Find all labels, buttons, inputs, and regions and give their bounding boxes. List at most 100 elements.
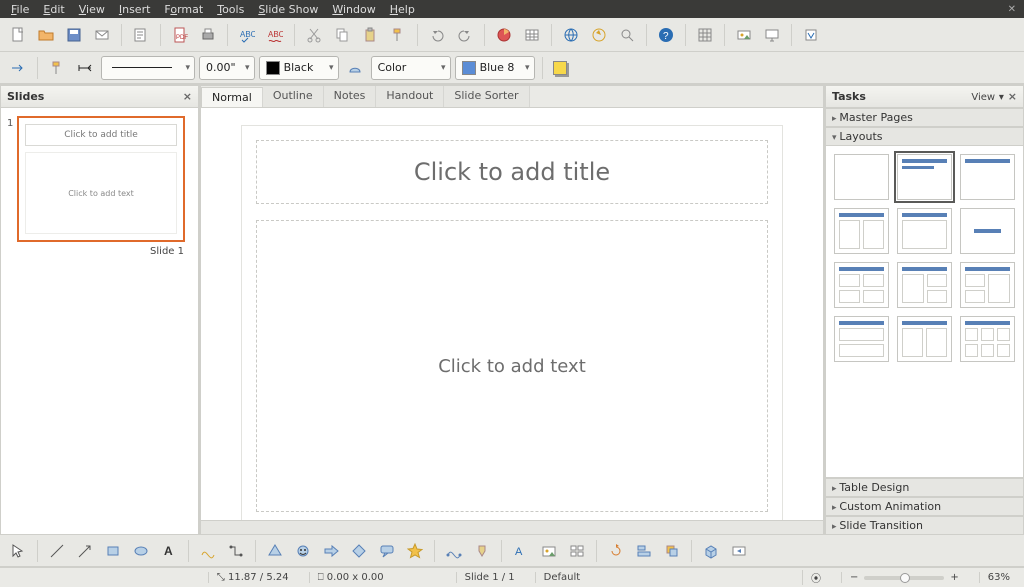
align-tool[interactable] [632, 539, 656, 563]
callouts-tool[interactable] [375, 539, 399, 563]
navigator-button[interactable] [587, 23, 611, 47]
tab-outline[interactable]: Outline [263, 86, 324, 107]
text-tool[interactable]: A [157, 539, 181, 563]
zoom-value[interactable]: 63% [979, 572, 1018, 583]
shadow-button[interactable] [550, 56, 574, 80]
slides-panel-close-icon[interactable]: × [183, 90, 192, 103]
menu-slideshow[interactable]: Slide Show [251, 2, 325, 17]
menu-file[interactable]: File [4, 2, 36, 17]
content-placeholder[interactable]: Click to add text [256, 220, 768, 512]
tab-slidesorter[interactable]: Slide Sorter [444, 86, 529, 107]
line-color-drop[interactable]: Black [259, 56, 339, 80]
layout-content[interactable] [897, 208, 952, 254]
undo-button[interactable] [425, 23, 449, 47]
layout-2-1[interactable] [960, 262, 1015, 308]
help-button[interactable]: ? [654, 23, 678, 47]
interaction-tool[interactable] [727, 539, 751, 563]
fill-type-drop[interactable]: Color [371, 56, 451, 80]
menu-insert[interactable]: Insert [112, 2, 158, 17]
zoom-slider-seg[interactable]: − + [841, 572, 967, 583]
menu-view[interactable]: View [72, 2, 112, 17]
tasks-view-arrow-icon[interactable]: ▾ [999, 92, 1004, 103]
layout-over-under[interactable] [834, 316, 889, 362]
zoom-button[interactable] [615, 23, 639, 47]
chart-button[interactable] [492, 23, 516, 47]
menu-help[interactable]: Help [383, 2, 422, 17]
zoom-fit-icon[interactable]: ⦿ [802, 570, 829, 585]
tasks-view-link[interactable]: View [971, 92, 995, 103]
line-endings-button[interactable] [73, 56, 97, 80]
open-button[interactable] [34, 23, 58, 47]
from-file-tool[interactable] [537, 539, 561, 563]
block-arrows-tool[interactable] [319, 539, 343, 563]
layout-title-only[interactable] [960, 154, 1015, 200]
layout-two-content[interactable] [834, 208, 889, 254]
mail-button[interactable] [90, 23, 114, 47]
window-close-icon[interactable]: ✕ [1004, 4, 1020, 15]
grid-button[interactable] [693, 23, 717, 47]
slide-1[interactable]: Click to add title Click to add text [242, 126, 782, 521]
section-master-pages[interactable]: Master Pages [825, 108, 1024, 127]
fontwork-tool[interactable]: A [509, 539, 533, 563]
arrow-style-button[interactable] [6, 56, 30, 80]
slides-thumb-list[interactable]: 1 Click to add title Click to add text S… [0, 108, 199, 535]
layout-title-content[interactable] [897, 154, 952, 200]
symbol-shapes-tool[interactable] [291, 539, 315, 563]
tab-handout[interactable]: Handout [376, 86, 444, 107]
slideshow-button[interactable] [760, 23, 784, 47]
line-tool[interactable] [45, 539, 69, 563]
connector-tool[interactable] [224, 539, 248, 563]
section-custom-animation[interactable]: Custom Animation [825, 497, 1024, 516]
gallery-button[interactable] [732, 23, 756, 47]
basic-shapes-tool[interactable] [263, 539, 287, 563]
editor-hscrollbar[interactable] [200, 521, 824, 535]
ellipse-tool[interactable] [129, 539, 153, 563]
stars-tool[interactable] [403, 539, 427, 563]
tab-normal[interactable]: Normal [201, 87, 263, 108]
layout-six[interactable] [960, 316, 1015, 362]
rect-tool[interactable] [101, 539, 125, 563]
spellcheck-button[interactable]: ABC [235, 23, 259, 47]
zoom-out-icon[interactable]: − [850, 572, 858, 583]
arrow-tool[interactable] [73, 539, 97, 563]
layout-blank[interactable] [834, 154, 889, 200]
clone-format-button[interactable] [386, 23, 410, 47]
tab-notes[interactable]: Notes [324, 86, 377, 107]
fontwork-button[interactable] [799, 23, 823, 47]
layout-2x2[interactable] [834, 262, 889, 308]
cut-button[interactable] [302, 23, 326, 47]
area-button[interactable] [343, 56, 367, 80]
autospell-button[interactable]: ABC [263, 23, 287, 47]
export-pdf-button[interactable]: PDF [168, 23, 192, 47]
points-tool[interactable] [442, 539, 466, 563]
line-style-drop[interactable] [101, 56, 195, 80]
tasks-panel-close-icon[interactable]: × [1008, 90, 1017, 103]
menu-format[interactable]: Format [157, 2, 210, 17]
save-button[interactable] [62, 23, 86, 47]
section-layouts[interactable]: Layouts [825, 127, 1024, 146]
zoom-slider[interactable] [864, 576, 944, 580]
layout-centered[interactable] [960, 208, 1015, 254]
flowchart-tool[interactable] [347, 539, 371, 563]
line-width-drop[interactable]: 0.00" [199, 56, 255, 80]
arrange-tool[interactable] [660, 539, 684, 563]
copy-button[interactable] [330, 23, 354, 47]
redo-button[interactable] [453, 23, 477, 47]
extrusion-tool[interactable] [699, 539, 723, 563]
menu-edit[interactable]: Edit [36, 2, 71, 17]
section-slide-transition[interactable]: Slide Transition [825, 516, 1024, 535]
glue-tool[interactable] [470, 539, 494, 563]
paste-button[interactable] [358, 23, 382, 47]
section-table-design[interactable]: Table Design [825, 478, 1024, 497]
gallery-tool[interactable] [565, 539, 589, 563]
hyperlink-button[interactable] [559, 23, 583, 47]
layout-four[interactable] [897, 316, 952, 362]
print-button[interactable] [196, 23, 220, 47]
rotate-tool[interactable] [604, 539, 628, 563]
curve-tool[interactable] [196, 539, 220, 563]
paint-button[interactable] [45, 56, 69, 80]
canvas[interactable]: Click to add title Click to add text [200, 107, 824, 521]
menu-tools[interactable]: Tools [210, 2, 251, 17]
layout-1-2[interactable] [897, 262, 952, 308]
fill-color-drop[interactable]: Blue 8 [455, 56, 535, 80]
